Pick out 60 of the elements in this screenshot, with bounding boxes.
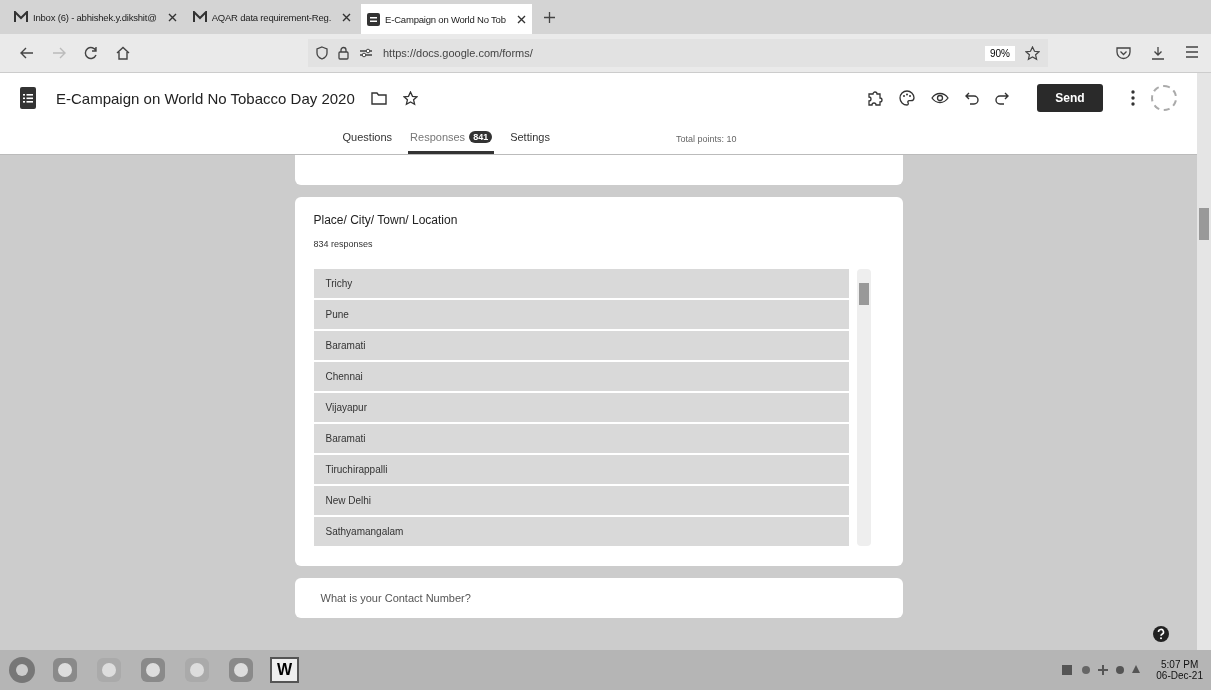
home-icon[interactable] <box>116 46 130 60</box>
response-item: Chennai <box>313 362 849 391</box>
taskbar-app[interactable]: W <box>270 657 300 683</box>
page-scrollbar[interactable] <box>1197 73 1211 650</box>
taskbar-app-icon[interactable] <box>226 655 256 685</box>
response-item: Pune <box>313 300 849 329</box>
reload-icon[interactable] <box>84 46 98 60</box>
start-icon[interactable] <box>8 656 36 684</box>
taskbar-app-icon[interactable] <box>50 655 80 685</box>
response-item: Trichy <box>313 269 849 298</box>
download-icon[interactable] <box>1151 46 1165 60</box>
forms-logo-icon[interactable] <box>20 87 36 109</box>
new-tab-icon[interactable] <box>543 11 555 23</box>
clock-date: 06-Dec-21 <box>1156 670 1203 681</box>
close-icon[interactable] <box>516 14 526 24</box>
tray-icons-drawing[interactable] <box>1062 663 1143 677</box>
taskbar-app-icon[interactable] <box>138 655 168 685</box>
back-icon[interactable] <box>20 47 34 59</box>
browser-tab[interactable]: E-Campaign on World No Tob <box>361 4 532 34</box>
form-title[interactable]: E-Campaign on World No Tobacco Day 2020 <box>56 89 355 107</box>
url-text: https://docs.google.com/forms/ <box>383 47 534 59</box>
forms-icon <box>367 12 381 26</box>
response-item: New Delhi <box>313 486 849 515</box>
star-icon[interactable] <box>402 90 418 106</box>
response-item: Tiruchirappalli <box>313 455 849 484</box>
mail-icon <box>14 11 28 23</box>
send-button[interactable]: Send <box>1037 84 1103 112</box>
permissions-icon <box>359 47 373 59</box>
lock-icon <box>338 46 349 60</box>
more-icon[interactable] <box>1131 90 1135 106</box>
browser-tab[interactable]: AQAR data requirement-Reg. <box>186 3 358 31</box>
browser-tab[interactable]: Inbox (6) - abhishek.y.dikshit@ <box>8 3 183 31</box>
folder-icon[interactable] <box>370 91 387 105</box>
total-points: Total points: 10 <box>675 133 737 144</box>
clock-time: 5:07 PM <box>1161 659 1199 670</box>
zoom-level[interactable]: 90% <box>985 45 1015 61</box>
shield-icon <box>316 46 328 60</box>
form-tab[interactable]: Questions <box>340 123 395 154</box>
mail-icon <box>192 11 207 23</box>
close-icon[interactable] <box>342 12 352 22</box>
bookmark-star-icon[interactable] <box>1025 45 1040 61</box>
scrollbar[interactable] <box>856 269 871 546</box>
close-icon[interactable] <box>167 12 177 22</box>
question-title: What is your Contact Number? <box>320 592 472 604</box>
response-item: Baramati <box>313 331 849 360</box>
redo-icon[interactable] <box>995 91 1009 105</box>
address-bar[interactable]: https://docs.google.com/forms/ 90% <box>308 39 1048 67</box>
help-icon[interactable] <box>1153 626 1169 642</box>
menu-icon[interactable] <box>1185 46 1199 58</box>
response-item: Sathyamangalam <box>313 517 849 546</box>
palette-icon[interactable] <box>899 90 915 106</box>
eye-icon[interactable] <box>931 92 949 104</box>
undo-icon[interactable] <box>965 91 979 105</box>
response-count: 834 responses <box>313 239 374 249</box>
response-item: Baramati <box>313 424 849 453</box>
question-title: Place/ City/ Town/ Location <box>313 213 459 227</box>
pocket-icon[interactable] <box>1116 46 1131 60</box>
puzzle-icon[interactable] <box>867 90 883 106</box>
response-item: Vijayapur <box>313 393 849 422</box>
form-tab[interactable]: Settings <box>508 123 552 154</box>
